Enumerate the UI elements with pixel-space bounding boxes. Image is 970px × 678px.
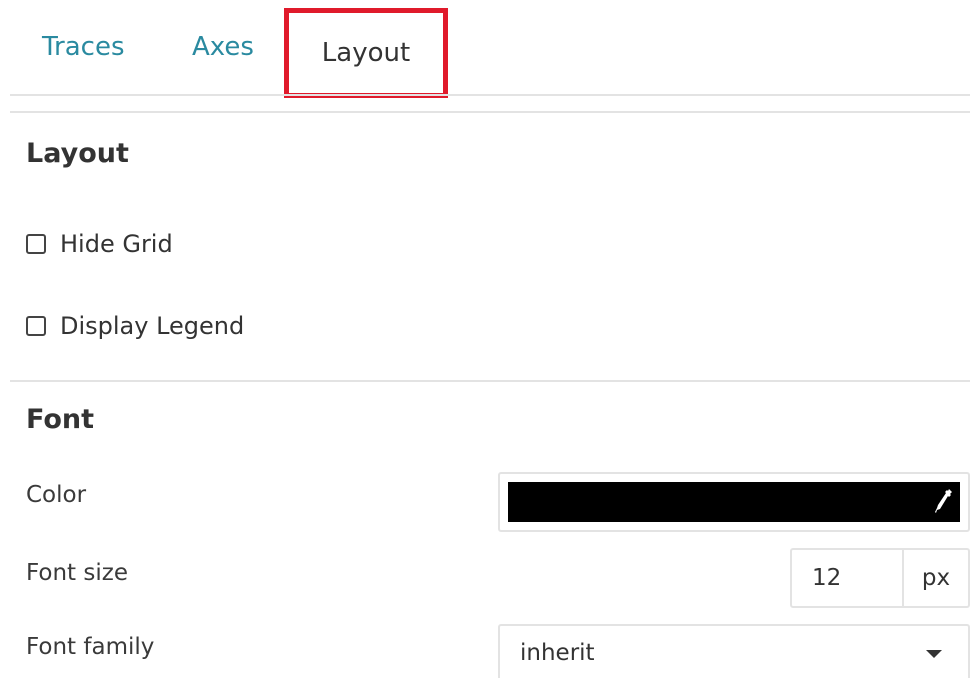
section-divider-font (10, 380, 970, 382)
font-family-select[interactable]: inherit (498, 624, 970, 678)
font-color-label: Color (26, 482, 87, 508)
display-legend-checkbox[interactable]: Display Legend (26, 312, 244, 340)
font-size-input[interactable] (792, 550, 904, 606)
font-size-label: Font size (26, 560, 128, 586)
layout-settings-panel: Traces Axes Layout Layout Hide Grid Disp… (0, 0, 970, 678)
hide-grid-label: Hide Grid (60, 230, 173, 258)
font-family-label: Font family (26, 634, 155, 660)
section-divider-top (10, 111, 970, 113)
display-legend-checkbox-box[interactable] (26, 316, 46, 336)
tab-traces[interactable]: Traces (42, 0, 132, 94)
layout-section-title: Layout (26, 138, 129, 169)
eyedropper-icon[interactable] (934, 487, 954, 517)
font-color-swatch[interactable] (508, 482, 960, 522)
font-size-control: px (790, 548, 970, 608)
display-legend-label: Display Legend (60, 312, 245, 340)
tab-layout[interactable]: Layout (284, 8, 448, 98)
tab-traces-label: Traces (42, 32, 125, 62)
hide-grid-checkbox-box[interactable] (26, 234, 46, 254)
tab-axes-label: Axes (192, 32, 254, 62)
caret-down-icon[interactable] (926, 650, 942, 658)
font-color-picker[interactable] (498, 472, 970, 532)
tab-axes[interactable]: Axes (192, 0, 262, 94)
font-size-unit: px (921, 565, 951, 591)
font-family-value: inherit (520, 640, 595, 666)
hide-grid-checkbox[interactable]: Hide Grid (26, 230, 173, 258)
tabs-divider (10, 94, 970, 96)
tab-layout-label: Layout (321, 38, 411, 68)
font-section-title: Font (26, 404, 95, 435)
